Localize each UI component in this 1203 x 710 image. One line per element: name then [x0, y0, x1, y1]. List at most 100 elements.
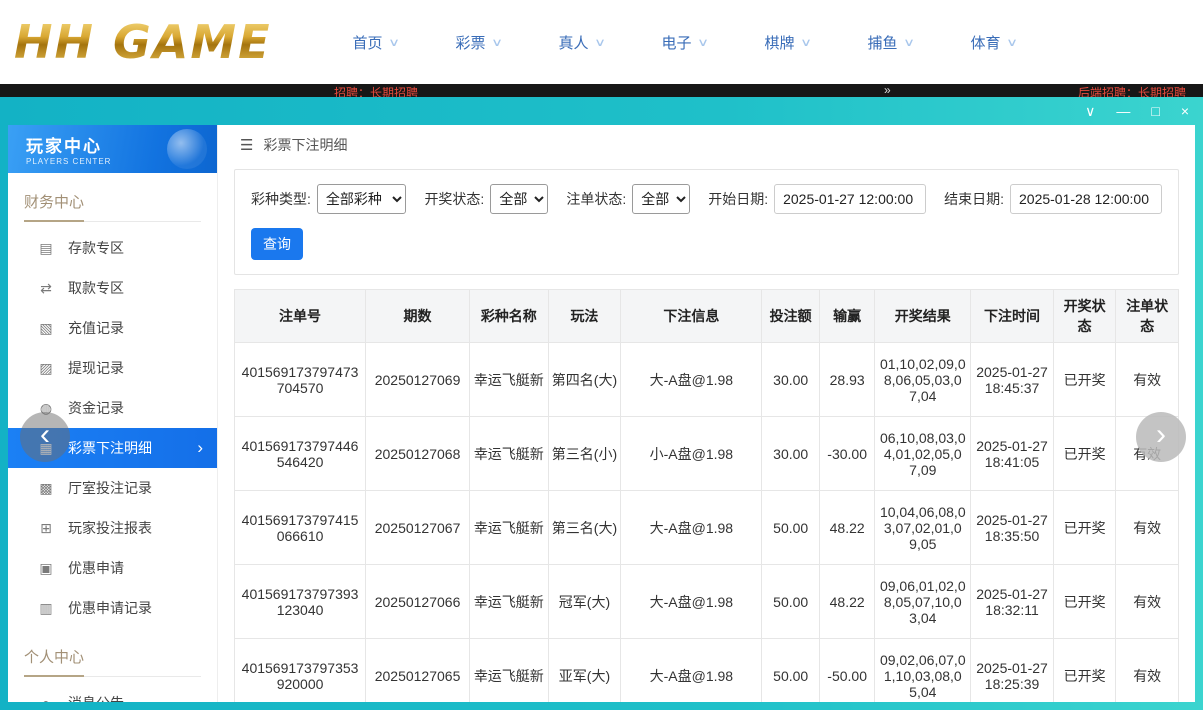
table-cell: 有效	[1116, 565, 1179, 639]
table-cell: 50.00	[762, 491, 819, 565]
table-cell: 幸运飞艇新	[469, 491, 548, 565]
nav-item-label: 彩票	[456, 32, 486, 53]
table-cell: 2025-01-27 18:25:39	[971, 639, 1054, 703]
main-nav: 首页∨彩票∨真人∨电子∨棋牌∨捕鱼∨体育∨	[324, 32, 1045, 53]
nav-item[interactable]: 体育∨	[942, 32, 1045, 53]
main-content: ☰ 彩票下注明细 彩种类型: 全部彩种 开奖状态: 全部 注单状态: 全部	[218, 125, 1195, 702]
table-cell: 20250127068	[366, 417, 470, 491]
nav-item[interactable]: 捕鱼 ∨	[839, 32, 942, 53]
table-cell: 幸运飞艇新	[469, 343, 548, 417]
close-button[interactable]: ×	[1181, 104, 1189, 118]
table-cell: 亚军(大)	[548, 639, 621, 703]
nav-item-label: 捕鱼	[868, 32, 898, 53]
nav-item-label: 真人	[559, 32, 589, 53]
sphere-decoration-icon	[167, 129, 207, 169]
sidebar-item[interactable]: ⇄ 取款专区	[8, 268, 217, 308]
table-cell: 06,10,08,03,04,01,02,05,07,09	[875, 417, 971, 491]
end-date-label: 结束日期:	[944, 189, 1004, 209]
message-icon: ●	[38, 695, 54, 702]
lottery-type-select[interactable]: 全部彩种	[317, 184, 407, 214]
table-cell: 幸运飞艇新	[469, 639, 548, 703]
carousel-right-arrow-icon[interactable]: ›	[1136, 412, 1186, 462]
banner-notice: 招聘：长期招聘	[334, 84, 418, 97]
sidebar-item-label: 玩家投注报表	[68, 518, 152, 538]
table-cell: 有效	[1116, 639, 1179, 703]
table-row: 40156917379735392000020250127065幸运飞艇新亚军(…	[235, 639, 1179, 703]
sidebar-header: 玩家中心 PLAYERS CENTER	[8, 125, 217, 173]
order-status-select[interactable]: 全部	[632, 184, 690, 214]
table-cell: 30.00	[762, 417, 819, 491]
table-cell: 401569173797473704570	[235, 343, 366, 417]
chevron-down-icon: ∨	[697, 36, 709, 49]
sidebar-item-label: 优惠申请	[68, 558, 124, 578]
nav-item[interactable]: 棋牌∨	[736, 32, 839, 53]
sidebar-item[interactable]: ●消息公告	[8, 683, 217, 702]
chevron-down-icon: ∨	[903, 36, 915, 49]
table-cell: 50.00	[762, 639, 819, 703]
column-header: 玩法	[548, 290, 621, 343]
sidebar-section-heading: 财务中心	[24, 191, 201, 222]
banner-next-arrow-icon: »	[884, 84, 891, 97]
chevron-down-icon: ∨	[388, 36, 400, 49]
player-center-window: ∨ — □ × 玩家中心 PLAYERS CENTER 财务中心 ▤存款专区 ⇄ 取款专区 ▧…	[0, 97, 1203, 710]
chevron-down-icon: ∨	[800, 36, 812, 49]
withdraw-icon: ⇄	[38, 280, 54, 297]
order-status-label: 注单状态:	[566, 189, 626, 209]
sidebar-menu: ●消息公告	[8, 683, 217, 702]
nav-item[interactable]: 首页∨	[324, 32, 427, 53]
table-cell: 大-A盘@1.98	[621, 639, 762, 703]
bet-table: 注单号期数彩种名称玩法下注信息投注额输赢开奖结果下注时间开奖状态注单状态 401…	[234, 289, 1179, 702]
nav-item[interactable]: 彩票∨	[427, 32, 530, 53]
chevron-down-icon: ∨	[1006, 36, 1018, 49]
table-cell: 20250127067	[366, 491, 470, 565]
column-header: 注单状态	[1116, 290, 1179, 343]
table-cell: 09,06,01,02,08,05,07,10,03,04	[875, 565, 971, 639]
table-cell: -50.00	[819, 639, 874, 703]
maximize-button[interactable]: □	[1151, 104, 1159, 118]
nav-item[interactable]: 电子∨	[633, 32, 736, 53]
filter-panel: 彩种类型: 全部彩种 开奖状态: 全部 注单状态: 全部 开始日期: 结束日期:	[234, 169, 1179, 275]
table-cell: 第四名(大)	[548, 343, 621, 417]
sidebar-item-label: 取款专区	[68, 278, 124, 298]
nav-item[interactable]: 真人∨	[530, 32, 633, 53]
start-date-input[interactable]	[774, 184, 926, 214]
window-titlebar: ∨ — □ ×	[0, 97, 1203, 125]
table-cell: 幸运飞艇新	[469, 417, 548, 491]
table-cell: 大-A盘@1.98	[621, 343, 762, 417]
site-header: HH GAME 首页∨彩票∨真人∨电子∨棋牌∨捕鱼∨体育∨	[0, 0, 1203, 84]
sidebar-section-heading: 个人中心	[24, 646, 201, 677]
sidebar-item[interactable]: ▧充值记录	[8, 308, 217, 348]
collapse-button[interactable]: ∨	[1085, 104, 1095, 118]
table-cell: 已开奖	[1053, 565, 1116, 639]
sidebar-item[interactable]: ▣优惠申请	[8, 548, 217, 588]
table-cell: 48.22	[819, 491, 874, 565]
draw-status-select[interactable]: 全部	[490, 184, 548, 214]
table-cell: 30.00	[762, 343, 819, 417]
column-header: 下注信息	[621, 290, 762, 343]
sidebar-item-label: 充值记录	[68, 318, 124, 338]
carousel-left-arrow-icon[interactable]: ‹	[20, 412, 70, 462]
page-title: 彩票下注明细	[263, 135, 347, 155]
sidebar-item[interactable]: ▨提现记录	[8, 348, 217, 388]
minimize-button[interactable]: —	[1116, 104, 1130, 118]
column-header: 输赢	[819, 290, 874, 343]
sidebar-item-label: 存款专区	[68, 238, 124, 258]
sidebar-item[interactable]: ▤存款专区	[8, 228, 217, 268]
search-button[interactable]: 查询	[251, 228, 303, 260]
hamburger-menu-icon[interactable]: ☰	[240, 136, 253, 154]
table-cell: 401569173797446546420	[235, 417, 366, 491]
table-cell: 已开奖	[1053, 417, 1116, 491]
sidebar-item-label: 厅室投注记录	[68, 478, 152, 498]
table-cell: 幸运飞艇新	[469, 565, 548, 639]
table-cell: 已开奖	[1053, 343, 1116, 417]
chevron-right-icon: ›	[197, 438, 203, 458]
column-header: 开奖状态	[1053, 290, 1116, 343]
column-header: 开奖结果	[875, 290, 971, 343]
table-cell: 大-A盘@1.98	[621, 565, 762, 639]
sidebar-item[interactable]: ⊞玩家投注报表	[8, 508, 217, 548]
column-header: 下注时间	[971, 290, 1054, 343]
sidebar-item[interactable]: ▥优惠申请记录	[8, 588, 217, 628]
end-date-input[interactable]	[1010, 184, 1162, 214]
sidebar-item[interactable]: ▩厅室投注记录	[8, 468, 217, 508]
table-cell: 2025-01-27 18:41:05	[971, 417, 1054, 491]
